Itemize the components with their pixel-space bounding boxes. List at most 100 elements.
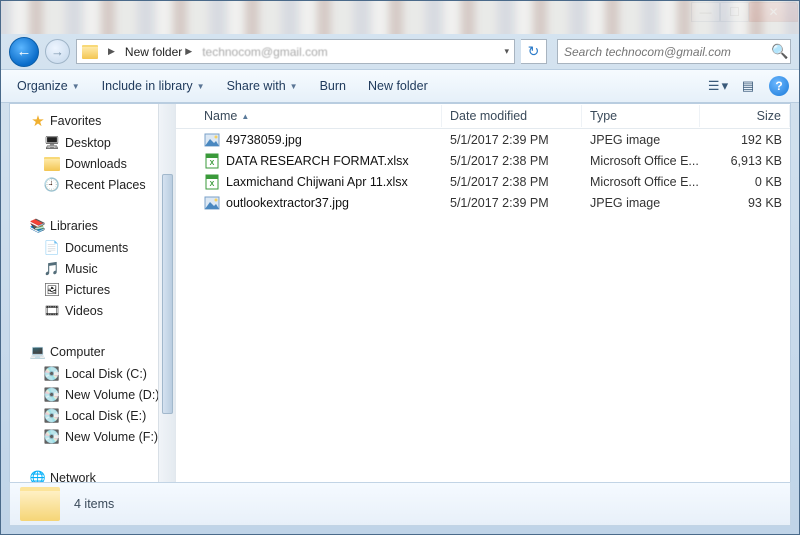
breadcrumb-root[interactable]: ▶ [103, 40, 120, 63]
excel-file-icon: X [204, 153, 220, 169]
drive-icon: 💽 [44, 387, 60, 403]
sort-asc-icon: ▲ [241, 112, 249, 121]
star-icon: ★ [30, 113, 46, 129]
file-date: 5/1/2017 2:39 PM [442, 133, 582, 147]
recent-icon: 🕘 [44, 177, 60, 193]
view-list-icon: ☰ [708, 78, 720, 94]
navigation-row: ← → ▶ New folder ▶ technocom@gmail.com ▾… [1, 34, 799, 69]
file-row[interactable]: outlookextractor37.jpg 5/1/2017 2:39 PMJP… [176, 192, 790, 213]
drive-icon: 💽 [44, 429, 60, 445]
nav-item-music[interactable]: 🎵Music [10, 258, 175, 279]
file-type: Microsoft Office E... [582, 154, 700, 168]
file-name: outlookextractor37.jpg [226, 196, 349, 210]
favorites-header[interactable]: ▷ ★ Favorites [10, 110, 175, 132]
nav-scrollbar[interactable] [158, 104, 175, 482]
nav-item-drive-c[interactable]: 💽Local Disk (C:) [10, 363, 175, 384]
libraries-icon: 📚 [30, 218, 46, 234]
view-options-button[interactable]: ☰▾ [703, 74, 733, 98]
column-header-date[interactable]: Date modified [442, 105, 582, 127]
documents-icon: 📄 [44, 240, 60, 256]
chevron-down-icon: ▼ [72, 82, 80, 91]
file-row[interactable]: X Laxmichand Chijwani Apr 11.xlsx 5/1/2017… [176, 171, 790, 192]
column-header-size[interactable]: Size [700, 105, 790, 127]
scrollbar-thumb[interactable] [162, 174, 173, 414]
file-name: Laxmichand Chijwani Apr 11.xlsx [226, 175, 408, 189]
arrow-right-icon: → [51, 45, 64, 58]
details-pane: 4 items [9, 482, 791, 526]
refresh-icon: ↻ [528, 43, 540, 60]
forward-button[interactable]: → [45, 39, 70, 64]
file-size: 6,913 KB [700, 154, 790, 168]
desktop-icon: 🖥 [44, 135, 60, 151]
file-name: 49738059.jpg [226, 133, 302, 147]
network-header[interactable]: ▷ 🌐 Network [10, 467, 175, 482]
content-area: ▷ ★ Favorites 🖥Desktop Downloads 🕘Recent… [9, 103, 791, 483]
back-button[interactable]: ← [9, 37, 39, 67]
item-count-label: 4 items [74, 497, 114, 511]
nav-item-videos[interactable]: 🎞Videos [10, 300, 175, 321]
downloads-icon [44, 156, 60, 172]
drive-icon: 💽 [44, 366, 60, 382]
nav-item-drive-f[interactable]: 💽New Volume (F:) [10, 426, 175, 447]
nav-item-drive-e[interactable]: 💽Local Disk (E:) [10, 405, 175, 426]
videos-icon: 🎞 [44, 303, 60, 319]
file-rows: 49738059.jpg5/1/2017 2:39 PMJPEG image19… [176, 129, 790, 213]
file-date: 5/1/2017 2:38 PM [442, 175, 582, 189]
drive-icon: 💽 [44, 408, 60, 424]
breadcrumb-item[interactable]: New folder ▶ [120, 40, 197, 63]
share-with-menu[interactable]: Share with▼ [221, 74, 304, 98]
new-folder-button[interactable]: New folder [362, 74, 434, 98]
search-icon: 🔍 [770, 43, 790, 60]
arrow-left-icon: ← [17, 44, 32, 59]
organize-menu[interactable]: Organize▼ [11, 74, 86, 98]
file-size: 192 KB [700, 133, 790, 147]
file-name: DATA RESEARCH FORMAT.xlsx [226, 154, 409, 168]
breadcrumb-dropdown[interactable]: ▾ [499, 40, 514, 63]
file-type: JPEG image [582, 196, 700, 210]
nav-item-downloads[interactable]: Downloads [10, 153, 175, 174]
computer-header[interactable]: ▷ 💻 Computer [10, 341, 175, 363]
file-size: 0 KB [700, 175, 790, 189]
file-row[interactable]: X DATA RESEARCH FORMAT.xlsx 5/1/2017 2:38 … [176, 150, 790, 171]
file-list-pane: Name▲ Date modified Type Size 49738059.j… [176, 104, 790, 482]
computer-icon: 💻 [30, 344, 46, 360]
image-file-icon [204, 195, 220, 211]
file-size: 93 KB [700, 196, 790, 210]
nav-item-desktop[interactable]: 🖥Desktop [10, 132, 175, 153]
column-header-type[interactable]: Type [582, 105, 700, 127]
chevron-right-icon: ▶ [185, 46, 192, 57]
breadcrumb-label: New folder [125, 45, 182, 59]
file-type: Microsoft Office E... [582, 175, 700, 189]
help-button[interactable]: ? [769, 76, 789, 96]
svg-text:X: X [210, 160, 215, 167]
folder-icon [81, 43, 99, 61]
column-headers: Name▲ Date modified Type Size [176, 104, 790, 129]
nav-item-drive-d[interactable]: 💽New Volume (D:) [10, 384, 175, 405]
breadcrumb-label: technocom@gmail.com [202, 45, 328, 59]
folder-large-icon [20, 487, 60, 521]
chevron-down-icon: ▼ [290, 82, 298, 91]
file-date: 5/1/2017 2:39 PM [442, 196, 582, 210]
breadcrumb-item[interactable]: technocom@gmail.com [197, 40, 333, 63]
nav-item-recent[interactable]: 🕘Recent Places [10, 174, 175, 195]
nav-item-documents[interactable]: 📄Documents [10, 237, 175, 258]
file-date: 5/1/2017 2:38 PM [442, 154, 582, 168]
chevron-down-icon: ▼ [197, 82, 205, 91]
preview-pane-icon: ▤ [742, 78, 754, 94]
command-bar: Organize▼ Include in library▼ Share with… [1, 69, 799, 103]
search-box[interactable]: 🔍 [557, 39, 791, 64]
excel-file-icon: X [204, 174, 220, 190]
image-file-icon [204, 132, 220, 148]
file-row[interactable]: 49738059.jpg5/1/2017 2:39 PMJPEG image19… [176, 129, 790, 150]
burn-button[interactable]: Burn [314, 74, 352, 98]
preview-pane-button[interactable]: ▤ [733, 74, 763, 98]
svg-text:X: X [210, 181, 215, 188]
blurred-ribbon-background [1, 1, 799, 34]
include-in-library-menu[interactable]: Include in library▼ [96, 74, 211, 98]
libraries-header[interactable]: ▷ 📚 Libraries [10, 215, 175, 237]
address-bar[interactable]: ▶ New folder ▶ technocom@gmail.com ▾ [76, 39, 515, 64]
search-input[interactable] [558, 45, 770, 59]
refresh-button[interactable]: ↻ [521, 39, 547, 64]
nav-item-pictures[interactable]: 🖼Pictures [10, 279, 175, 300]
column-header-name[interactable]: Name▲ [196, 105, 442, 127]
